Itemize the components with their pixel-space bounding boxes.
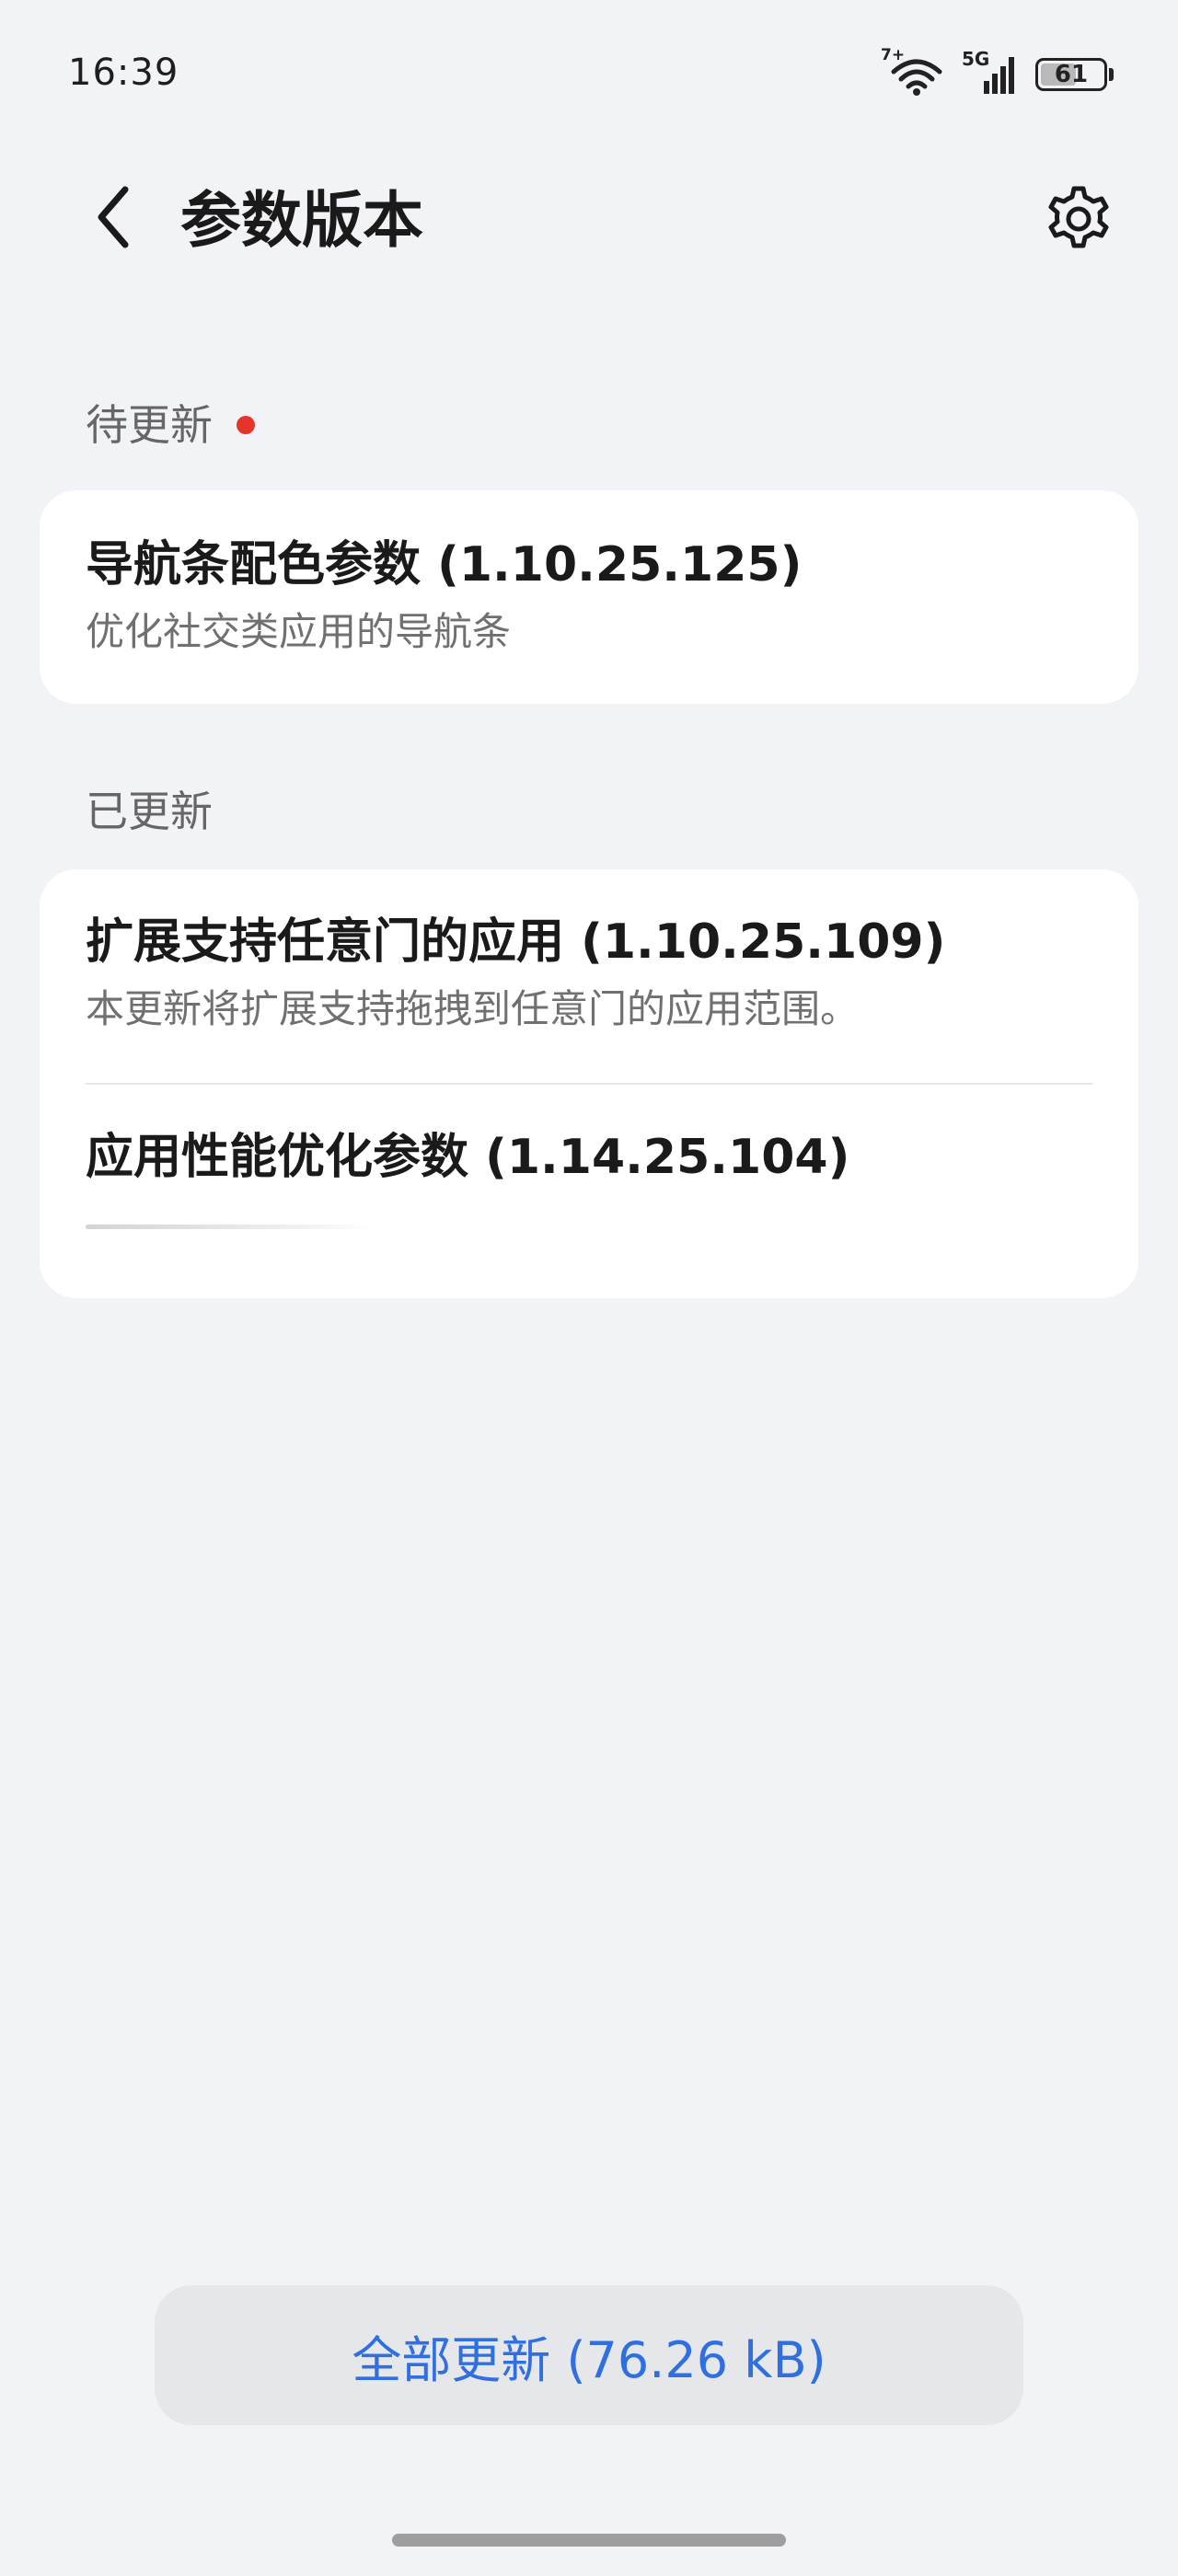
battery-tip	[1109, 68, 1114, 81]
update-progress-bar	[86, 1225, 564, 1229]
progress-fill	[86, 1225, 373, 1229]
item-title: 扩展支持任意门的应用 (1.10.25.109)	[86, 914, 946, 970]
item-subtitle: 本更新将扩展支持拖拽到任意门的应用范围。	[86, 986, 860, 1031]
battery-body: 61	[1035, 58, 1107, 91]
status-icons: 7+ 5G 61	[881, 46, 1114, 96]
network-type-label: 5G	[962, 48, 990, 70]
chevron-left-icon	[98, 186, 129, 248]
pending-indicator-dot	[237, 416, 255, 434]
item-title: 应用性能优化参数 (1.14.25.104)	[86, 1130, 850, 1185]
pending-section-label: 待更新	[86, 400, 213, 450]
list-item[interactable]: 扩展支持任意门的应用 (1.10.25.109) 本更新将扩展支持拖拽到任意门的…	[86, 910, 1092, 1037]
home-indicator[interactable]	[392, 2534, 786, 2547]
status-time: 16:39	[68, 52, 179, 94]
update-all-button[interactable]: 全部更新 (76.26 kB)	[155, 2285, 1023, 2425]
updated-section-label: 已更新	[86, 787, 213, 836]
updated-card: 扩展支持任意门的应用 (1.10.25.109) 本更新将扩展支持拖拽到任意门的…	[40, 869, 1138, 1298]
list-item[interactable]: 应用性能优化参数 (1.14.25.104)	[86, 1125, 1092, 1190]
gear-icon	[1048, 186, 1109, 248]
list-item[interactable]: 导航条配色参数 (1.10.25.125) 优化社交类应用的导航条	[86, 533, 1092, 660]
settings-button[interactable]	[1040, 180, 1117, 258]
page-title: 参数版本	[180, 185, 423, 256]
battery-icon: 61	[1035, 58, 1114, 91]
wifi-badge: 7+	[881, 46, 906, 64]
item-subtitle: 优化社交类应用的导航条	[86, 609, 512, 654]
item-title: 导航条配色参数 (1.10.25.125)	[86, 537, 803, 592]
pending-card: 导航条配色参数 (1.10.25.125) 优化社交类应用的导航条	[40, 490, 1138, 704]
cellular-signal-icon: 5G	[962, 48, 1019, 96]
back-button[interactable]	[85, 180, 140, 254]
pending-section-header: 待更新	[86, 397, 255, 453]
divider	[86, 1083, 1092, 1085]
battery-level: 61	[1054, 61, 1089, 88]
wifi-icon: 7+	[881, 46, 945, 96]
